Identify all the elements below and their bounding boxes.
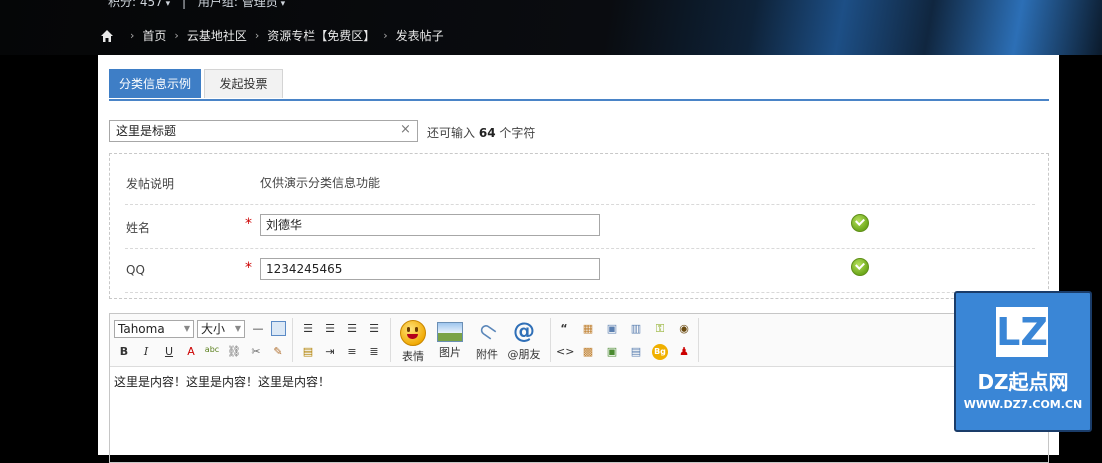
top-header: 积分: 457 ▾ | 用户组: 管理员 ▾ › 首页 › 云基地社区 › 资源… <box>0 0 1102 55</box>
remain-prefix: 还可输入 <box>427 126 476 140</box>
required-mark: * <box>245 260 252 276</box>
media-icon[interactable]: ◉ <box>676 321 692 337</box>
mention-label: @朋友 <box>507 348 541 361</box>
attachment-label: 附件 <box>476 348 498 361</box>
hide-icon[interactable]: ▩ <box>580 344 596 360</box>
horizontal-rule-icon[interactable]: — <box>250 321 266 337</box>
field-label: QQ <box>126 263 145 277</box>
background-color-icon[interactable]: ▤ <box>300 344 316 360</box>
field-label: 发帖说明 <box>126 177 175 191</box>
image-label: 图片 <box>439 346 461 359</box>
field-label: 姓名 <box>126 221 151 235</box>
watermark-logo: LZ DZ起点网 WWW.DZ7.COM.CN <box>954 291 1092 432</box>
italic-icon[interactable]: I <box>138 344 154 360</box>
unlink-icon[interactable]: ✂ <box>248 344 264 360</box>
toolbar-separator <box>292 318 293 362</box>
chevron-right-icon: › <box>174 29 179 42</box>
logo-mark: LZ <box>996 307 1048 357</box>
smiley-icon <box>400 320 426 346</box>
divider: | <box>181 0 187 9</box>
bold-icon[interactable]: B <box>116 344 132 360</box>
toolbar-separator <box>550 318 551 362</box>
toolbar-separator <box>698 318 699 362</box>
tab-poll[interactable]: 发起投票 <box>204 69 283 98</box>
qq-icon[interactable]: ♟ <box>676 344 692 360</box>
breadcrumb-forum[interactable]: 资源专栏【免费区】 <box>267 27 375 44</box>
justify-icon[interactable]: ☰ <box>366 321 382 337</box>
check-icon <box>851 214 869 232</box>
chevron-right-icon: › <box>383 29 388 42</box>
breadcrumb-current: 发表帖子 <box>395 29 444 43</box>
font-color-icon[interactable]: A <box>183 344 199 360</box>
align-center-icon[interactable]: ☰ <box>322 321 338 337</box>
name-field[interactable]: 刘德华 <box>260 214 600 236</box>
spellcheck-icon[interactable]: abc <box>204 342 220 358</box>
size-select[interactable]: 大小 <box>197 320 245 338</box>
post-type-tabs: 分类信息示例 发起投票 <box>109 69 1049 101</box>
page-icon[interactable]: ▣ <box>604 321 620 337</box>
table-icon[interactable] <box>271 321 286 336</box>
toolbar-separator <box>390 318 391 362</box>
underline-icon[interactable]: U <box>161 344 177 360</box>
mention-button[interactable]: @ @朋友 <box>504 320 544 362</box>
chevron-right-icon: › <box>130 29 135 42</box>
breadcrumb-home[interactable]: 首页 <box>142 27 166 44</box>
lock-icon[interactable]: ▦ <box>580 321 596 337</box>
format-brush-icon[interactable]: ✎ <box>270 344 286 360</box>
align-left-icon[interactable]: ☰ <box>300 321 316 337</box>
list-icon[interactable]: ▥ <box>628 321 644 337</box>
unordered-list-icon[interactable]: ≣ <box>366 344 382 360</box>
ordered-list-icon[interactable]: ≡ <box>344 344 360 360</box>
user-info: 积分: 457 ▾ | 用户组: 管理员 ▾ <box>108 0 285 10</box>
code-icon[interactable]: <> <box>556 344 574 360</box>
remain-suffix: 个字符 <box>499 126 536 140</box>
indent-icon[interactable]: ⇥ <box>322 344 338 360</box>
remain-count: 64 <box>478 126 496 140</box>
chevron-right-icon: › <box>254 29 260 42</box>
required-mark: * <box>245 216 252 232</box>
field-value: 仅供演示分类信息功能 <box>260 176 381 190</box>
home-icon[interactable] <box>100 29 114 43</box>
at-icon: @ <box>513 319 535 344</box>
reward-icon[interactable]: ⚿ <box>652 321 668 337</box>
emoji-button[interactable]: 表情 <box>393 320 433 364</box>
logo-url: WWW.DZ7.COM.CN <box>963 398 1083 411</box>
classified-fields: 发帖说明 仅供演示分类信息功能 姓名 * 刘德华 QQ * 1234245465 <box>109 153 1049 299</box>
qq-field[interactable]: 1234245465 <box>260 258 600 280</box>
points-menu[interactable]: 积分: 457 <box>108 0 163 9</box>
usergroup-menu[interactable]: 用户组: 管理员 <box>198 0 278 9</box>
free-icon[interactable]: ▣ <box>604 344 620 360</box>
breadcrumb-community[interactable]: 云基地社区 <box>187 27 247 44</box>
field-row-qq: QQ * 1234245465 <box>125 248 1035 293</box>
logo-name: DZ起点网 <box>977 370 1069 394</box>
link-icon[interactable]: ⛓ <box>226 344 242 360</box>
check-icon <box>851 258 869 276</box>
post-panel: 分类信息示例 发起投票 这里是标题 × 还可输入 64 个字符 发帖说明 仅供演… <box>98 55 1059 463</box>
align-right-icon[interactable]: ☰ <box>344 321 360 337</box>
title-input[interactable]: 这里是标题 <box>109 120 418 142</box>
rich-text-editor: Tahoma 大小 — B I U A abc ⛓ ✂ ✎ ☰ ☰ ☰ ☰ ▤ … <box>109 313 1049 463</box>
editor-content[interactable]: 这里是内容！这里是内容！这里是内容！ <box>114 373 330 390</box>
field-row-description: 发帖说明 仅供演示分类信息功能 <box>125 160 1035 205</box>
image-icon <box>437 322 463 342</box>
bbcode-icon[interactable]: Bg <box>652 344 668 360</box>
clear-icon[interactable]: × <box>400 122 411 137</box>
paperclip-icon: ⊂ <box>472 316 503 348</box>
tab-classified[interactable]: 分类信息示例 <box>109 69 201 98</box>
quote-icon[interactable]: “ <box>556 321 572 337</box>
attachment-button[interactable]: ⊂ 附件 <box>467 316 507 362</box>
font-select[interactable]: Tahoma <box>114 320 194 338</box>
tbl-icon[interactable]: ▤ <box>628 344 644 360</box>
image-button[interactable]: 图片 <box>430 320 470 360</box>
editor-toolbar: Tahoma 大小 — B I U A abc ⛓ ✂ ✎ ☰ ☰ ☰ ☰ ▤ … <box>110 314 1048 367</box>
breadcrumb: › 首页 › 云基地社区 › 资源专栏【免费区】 › 发表帖子 <box>100 27 444 44</box>
emoji-label: 表情 <box>402 350 424 363</box>
field-row-name: 姓名 * 刘德华 <box>125 204 1035 249</box>
remaining-chars: 还可输入 64 个字符 <box>427 124 535 141</box>
